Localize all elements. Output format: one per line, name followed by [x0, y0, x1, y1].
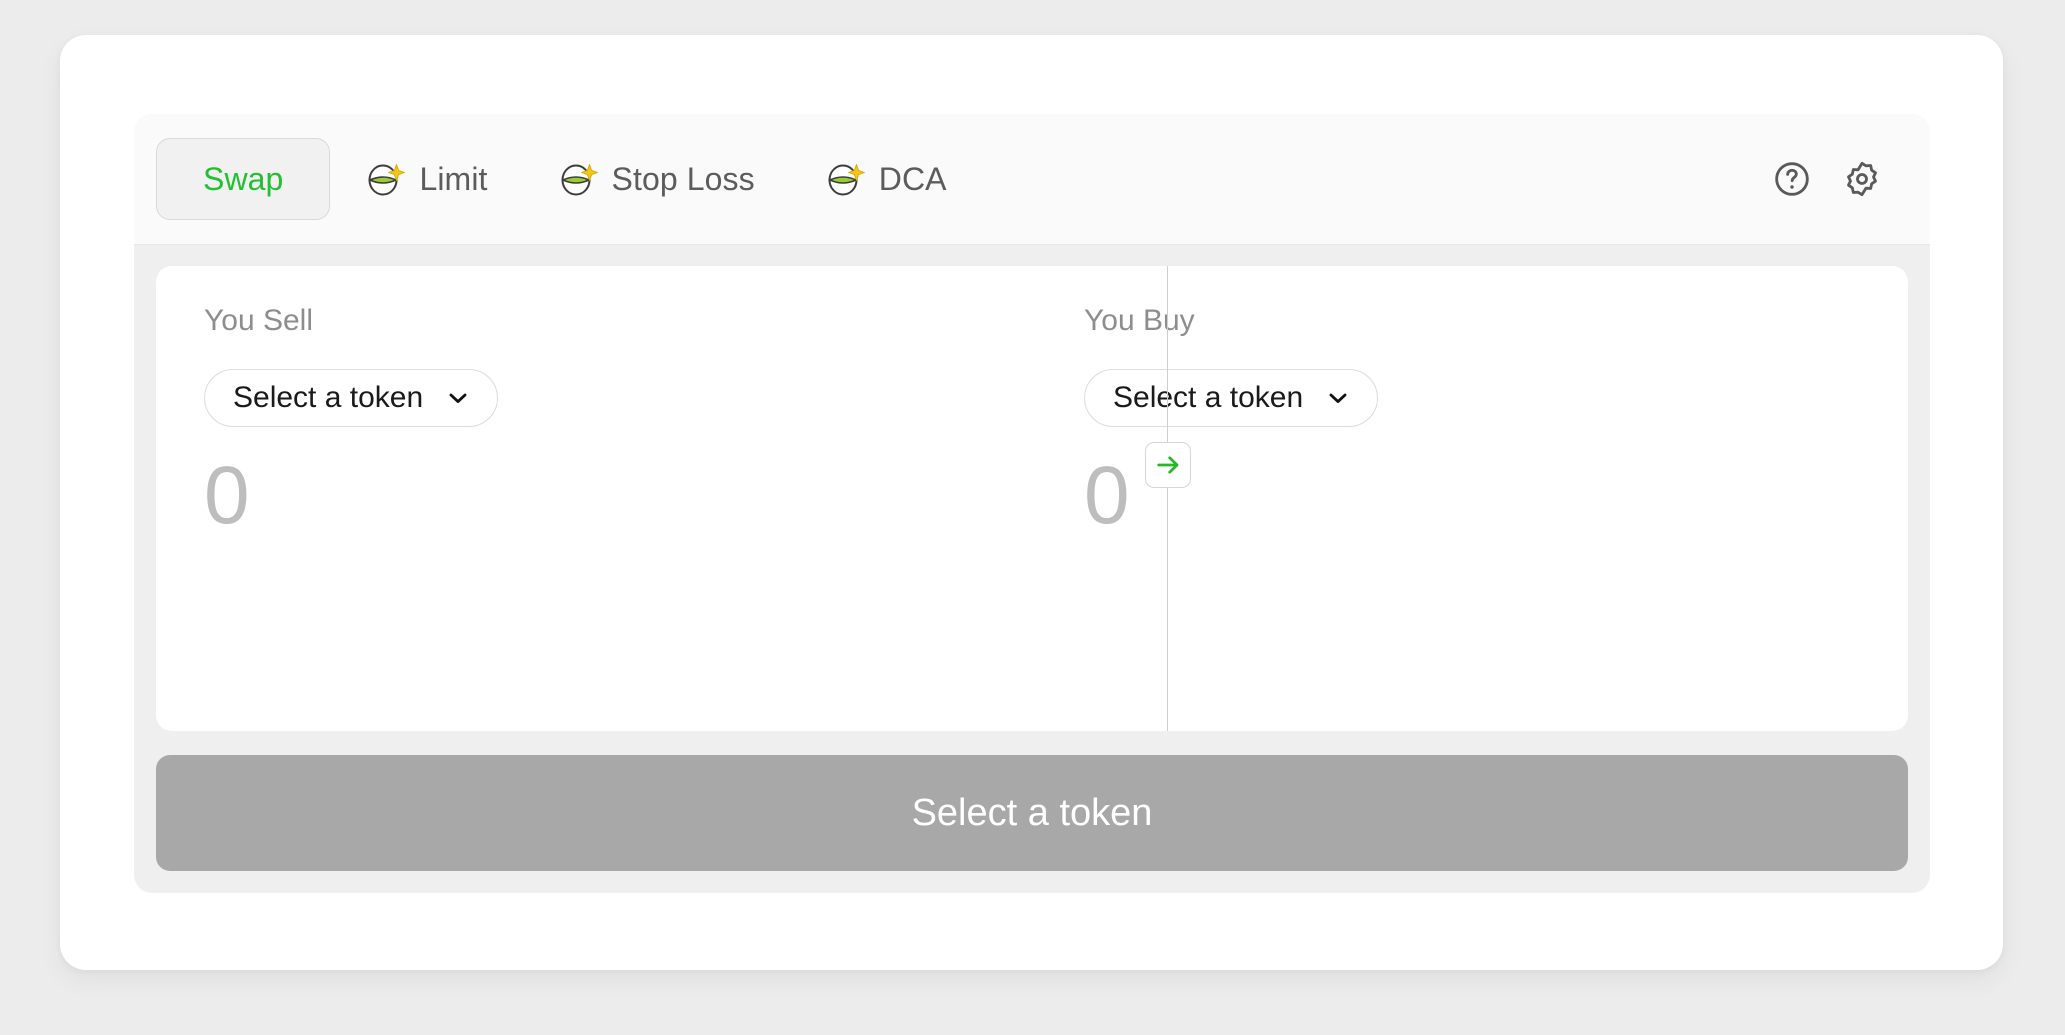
- sell-label: You Sell: [204, 304, 313, 337]
- swap-direction-button[interactable]: [1145, 442, 1191, 488]
- buy-label: You Buy: [1084, 304, 1195, 337]
- tab-list: Swap Limit Stop Loss DCA: [156, 138, 1772, 220]
- tab-dca-label: DCA: [878, 161, 947, 197]
- sell-token-select[interactable]: Select a token: [204, 369, 499, 427]
- tab-limit[interactable]: Limit: [330, 138, 522, 220]
- swap-body: You Sell Select a token 0 You Buy Select…: [156, 266, 1908, 731]
- tab-swap[interactable]: Swap: [156, 138, 331, 220]
- swap-panel: Swap Limit Stop Loss DCA You Sell Select…: [134, 114, 1930, 893]
- sell-amount-input[interactable]: 0: [204, 455, 1028, 537]
- tab-limit-label: Limit: [419, 161, 488, 197]
- buy-amount-input[interactable]: 0: [1084, 455, 1908, 537]
- help-circle-icon[interactable]: [1772, 159, 1812, 199]
- swap-card: Swap Limit Stop Loss DCA You Sell Select…: [60, 35, 2003, 970]
- tab-bar: Swap Limit Stop Loss DCA: [134, 114, 1930, 245]
- sell-side: You Sell Select a token 0: [156, 266, 1028, 731]
- select-a-token-button[interactable]: Select a token: [156, 755, 1908, 871]
- sparkle-gauge-icon: [825, 159, 865, 199]
- tab-stop-loss-label: Stop Loss: [611, 161, 755, 197]
- sparkle-gauge-icon: [558, 159, 598, 199]
- buy-side: You Buy Select a token 0: [1028, 266, 1908, 731]
- tab-stop-loss[interactable]: Stop Loss: [523, 138, 790, 220]
- side-divider: [1167, 266, 1168, 731]
- arrow-right-icon: [1154, 451, 1182, 479]
- tab-swap-label: Swap: [203, 161, 284, 197]
- buy-token-select[interactable]: Select a token: [1084, 369, 1379, 427]
- sparkle-gauge-icon: [365, 159, 406, 199]
- sell-token-label: Select a token: [233, 381, 424, 414]
- chevron-down-icon: [445, 385, 471, 411]
- chevron-down-icon: [1325, 385, 1351, 411]
- tab-dca[interactable]: DCA: [790, 138, 982, 220]
- gear-icon[interactable]: [1842, 159, 1882, 199]
- buy-token-label: Select a token: [1113, 381, 1304, 414]
- tab-actions: [1772, 159, 1908, 199]
